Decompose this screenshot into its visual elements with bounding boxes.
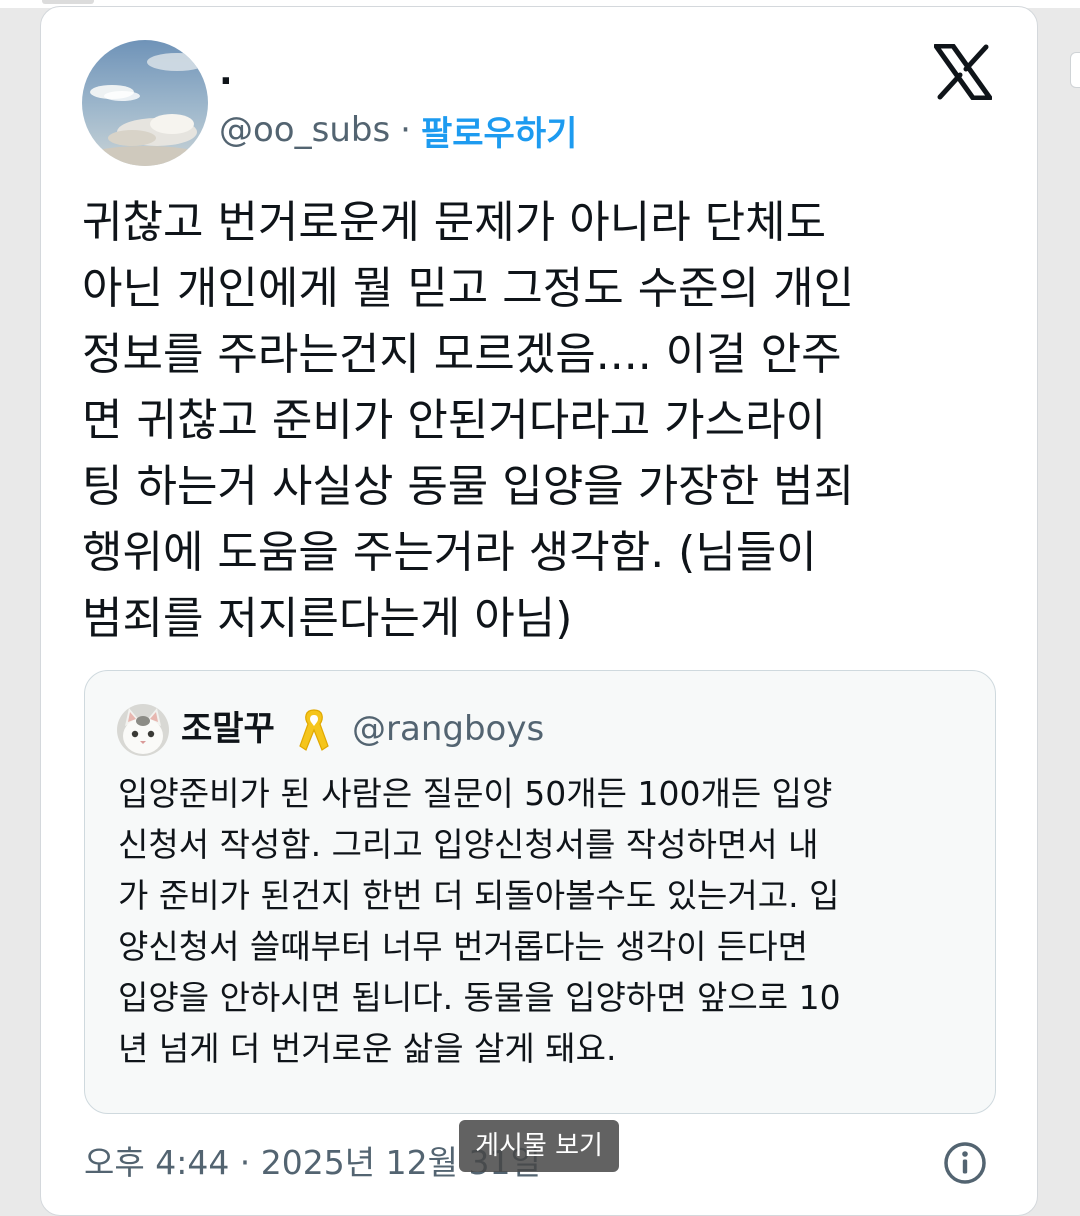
adjacent-card-edge [1070,52,1080,88]
view-post-toast[interactable]: 게시물 보기 [459,1120,619,1172]
quoted-author-handle[interactable]: @rangboys [352,706,544,752]
tweet-text-line: 아닌 개인에게 뭘 믿고 그정도 수준의 개인 [82,263,855,314]
author-meta: @oo_subs · 팔로우하기 [219,106,577,154]
previous-card-edge [42,0,94,4]
author-handle[interactable]: @oo_subs [219,110,390,150]
tweet-text-line: 범죄를 저지른다는게 아님) [82,593,573,644]
quoted-text-line: 년 넘게 더 번거로운 삶을 살게 돼요. [118,1029,617,1068]
yellow-ribbon-icon [297,706,331,754]
quoted-text-line: 가 준비가 된건지 한번 더 되돌아볼수도 있는거고. 입 [118,876,840,915]
quoted-author-name[interactable]: 조말꾸 [181,706,275,752]
quoted-text-line: 입양을 안하시면 됩니다. 동물을 입양하면 앞으로 10 [118,978,841,1017]
info-icon[interactable] [942,1140,988,1186]
tweet-text-line: 면 귀찮고 준비가 안된거다라고 가스라이 [82,395,827,446]
meta-separator: · [400,110,411,150]
quoted-author-avatar[interactable] [117,704,169,756]
x-logo-icon[interactable] [933,43,993,101]
tweet-text-line: 팅 하는거 사실상 동물 입양을 가장한 범죄 [82,461,855,512]
quoted-tweet-text: 입양준비가 된 사람은 질문이 50개든 100개든 입양 신청서 작성함. 그… [118,768,978,1074]
follow-button[interactable]: 팔로우하기 [421,106,577,155]
quoted-text-line: 양신청서 쓸때부터 너무 번거롭다는 생각이 든다면 [118,927,809,966]
quoted-text-line: 신청서 작성함. 그리고 입양신청서를 작성하면서 내 [118,825,819,864]
tweet-text-line: 정보를 주라는건지 모르겠음.... 이걸 안주 [82,329,842,380]
tweet-text-line: 귀찮고 번거로운게 문제가 아니라 단체도 [82,197,827,248]
tweet-text: 귀찮고 번거로운게 문제가 아니라 단체도 아닌 개인에게 뭘 믿고 그정도 수… [82,190,1002,652]
quoted-text-line: 입양준비가 된 사람은 질문이 50개든 100개든 입양 [118,774,833,813]
author-avatar[interactable] [82,40,208,166]
author-name[interactable]: · [219,62,233,102]
tweet-text-line: 행위에 도움을 주는거라 생각함. (님들이 [82,527,817,578]
